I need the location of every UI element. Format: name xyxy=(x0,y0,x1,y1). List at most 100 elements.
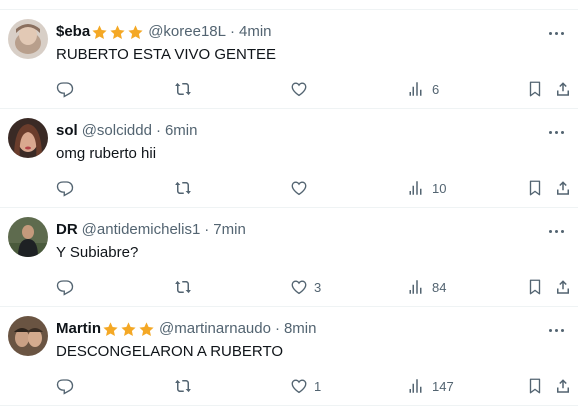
user-handle[interactable]: @antidemichelis1 xyxy=(82,220,201,240)
timestamp[interactable]: 7min xyxy=(213,220,246,240)
more-icon[interactable] xyxy=(546,323,566,337)
bookmark-button[interactable] xyxy=(526,176,544,200)
tweet[interactable]: $eba @koree18L · 4min RUBERTO ESTA VIVO … xyxy=(0,10,578,109)
star-badges xyxy=(91,24,144,41)
share-icon xyxy=(557,280,569,294)
like-count: 3 xyxy=(314,279,322,295)
views-count: 84 xyxy=(432,279,447,295)
retweet-icon xyxy=(175,181,191,195)
views-button[interactable]: 84 xyxy=(408,275,446,299)
separator-dot: · xyxy=(274,320,280,337)
reply-icon xyxy=(56,82,74,98)
like-count: 1 xyxy=(314,378,322,394)
reply-icon xyxy=(56,379,74,395)
tweet-header: Martin @martinarnaudo · 8min xyxy=(56,319,316,339)
share-button[interactable] xyxy=(554,176,572,200)
retweet-button[interactable] xyxy=(174,275,198,299)
like-button[interactable] xyxy=(290,77,314,101)
action-bar: 10 xyxy=(0,176,578,200)
timestamp[interactable]: 6min xyxy=(165,121,198,141)
reply-button[interactable] xyxy=(56,374,80,398)
heart-icon xyxy=(291,82,307,97)
reply-icon xyxy=(56,181,74,197)
tweet[interactable]: DR @antidemichelis1 · 7min Y Subiabre? 3… xyxy=(0,208,578,307)
share-icon xyxy=(557,82,569,96)
views-count: 6 xyxy=(432,81,440,97)
top-divider xyxy=(0,0,578,10)
tweet-text: Y Subiabre? xyxy=(56,244,139,261)
heart-icon xyxy=(291,280,307,295)
tweet[interactable]: sol @solciddd · 6min omg ruberto hii 10 xyxy=(0,109,578,208)
tweet-header: $eba @koree18L · 4min xyxy=(56,22,272,42)
star-icon xyxy=(139,321,154,336)
separator-dot: · xyxy=(204,221,210,238)
like-button[interactable]: 3 xyxy=(290,275,321,299)
heart-icon xyxy=(291,181,307,196)
reply-feed: $eba @koree18L · 4min RUBERTO ESTA VIVO … xyxy=(0,10,578,406)
avatar[interactable] xyxy=(8,217,48,257)
reply-icon xyxy=(56,280,74,296)
share-button[interactable] xyxy=(554,275,572,299)
more-icon[interactable] xyxy=(546,26,566,40)
reply-button[interactable] xyxy=(56,275,80,299)
retweet-button[interactable] xyxy=(174,176,198,200)
bookmark-button[interactable] xyxy=(526,374,544,398)
reply-button[interactable] xyxy=(56,77,80,101)
more-icon[interactable] xyxy=(546,125,566,139)
display-name[interactable]: sol xyxy=(56,121,78,141)
timestamp[interactable]: 8min xyxy=(284,319,317,339)
reply-button[interactable] xyxy=(56,176,80,200)
views-button[interactable]: 10 xyxy=(408,176,446,200)
separator-dot: · xyxy=(229,23,235,40)
action-bar: 1 147 xyxy=(0,374,578,398)
bookmark-icon xyxy=(529,81,541,97)
tweet-text: omg ruberto hii xyxy=(56,145,157,162)
bookmark-button[interactable] xyxy=(526,275,544,299)
bookmark-button[interactable] xyxy=(526,77,544,101)
share-icon xyxy=(557,181,569,195)
views-button[interactable]: 147 xyxy=(408,374,454,398)
display-name[interactable]: Martin xyxy=(56,319,101,339)
retweet-icon xyxy=(175,379,191,393)
bookmark-icon xyxy=(529,180,541,196)
tweet-header: sol @solciddd · 6min xyxy=(56,121,197,141)
action-bar: 6 xyxy=(0,77,578,101)
views-icon xyxy=(409,379,422,393)
avatar[interactable] xyxy=(8,316,48,356)
views-icon xyxy=(409,181,422,195)
bookmark-icon xyxy=(529,378,541,394)
user-handle[interactable]: @solciddd xyxy=(82,121,152,141)
star-icon xyxy=(128,24,143,39)
tweet[interactable]: Martin @martinarnaudo · 8min DESCONGELAR… xyxy=(0,307,578,406)
retweet-button[interactable] xyxy=(174,77,198,101)
avatar[interactable] xyxy=(8,19,48,59)
star-badges xyxy=(102,321,155,338)
heart-icon xyxy=(291,379,307,394)
retweet-icon xyxy=(175,82,191,96)
share-button[interactable] xyxy=(554,77,572,101)
views-icon xyxy=(409,82,422,96)
display-name[interactable]: DR xyxy=(56,220,78,240)
retweet-icon xyxy=(175,280,191,294)
more-icon[interactable] xyxy=(546,224,566,238)
star-icon xyxy=(121,321,136,336)
avatar[interactable] xyxy=(8,118,48,158)
share-button[interactable] xyxy=(554,374,572,398)
tweet-text: DESCONGELARON A RUBERTO xyxy=(56,343,284,360)
like-button[interactable]: 1 xyxy=(290,374,321,398)
user-handle[interactable]: @koree18L xyxy=(148,22,226,42)
views-button[interactable]: 6 xyxy=(408,77,439,101)
timestamp[interactable]: 4min xyxy=(239,22,272,42)
star-icon xyxy=(103,321,118,336)
share-icon xyxy=(557,379,569,393)
display-name[interactable]: $eba xyxy=(56,22,90,42)
retweet-button[interactable] xyxy=(174,374,198,398)
like-button[interactable] xyxy=(290,176,314,200)
tweet-text: RUBERTO ESTA VIVO GENTEE xyxy=(56,46,277,63)
user-handle[interactable]: @martinarnaudo xyxy=(159,319,271,339)
views-count: 147 xyxy=(432,378,454,394)
views-icon xyxy=(409,280,422,294)
separator-dot: · xyxy=(155,122,161,139)
action-bar: 3 84 xyxy=(0,275,578,299)
bookmark-icon xyxy=(529,279,541,295)
